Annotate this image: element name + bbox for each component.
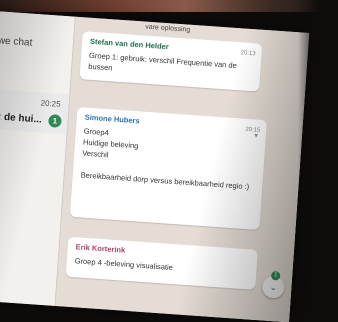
projected-screen: we chat 20:25 t: de hui... 1 vare oploss…	[0, 10, 310, 322]
message-bubble[interactable]: Stefan van den Helder Groep 1: gebruik: …	[79, 31, 263, 92]
message-bubble[interactable]: Simone Hubers ▾ Groep4 Huidige beleving …	[69, 107, 268, 231]
chat-time: 20:25	[40, 98, 61, 109]
chat-list-item[interactable]: 20:25 t: de hui... 1	[0, 87, 70, 135]
message-time: 20:13	[240, 50, 256, 58]
message-area: vare oplossing Stefan van den Helder Gro…	[55, 16, 310, 322]
top-partial-text: vare oplossing	[144, 23, 191, 34]
dark-room-edge	[298, 0, 338, 269]
chat-list-header-fragment: we chat	[0, 35, 33, 49]
message-bubble[interactable]: Erik Korterink Groep 4 -beleving visuali…	[65, 236, 258, 290]
message-time: 20:15	[245, 126, 261, 134]
chat-preview: t: de hui...	[0, 111, 43, 126]
photo-top-background	[0, 0, 338, 12]
unread-badge: 1	[48, 114, 62, 128]
chevron-down-icon: ⌄	[269, 281, 278, 293]
